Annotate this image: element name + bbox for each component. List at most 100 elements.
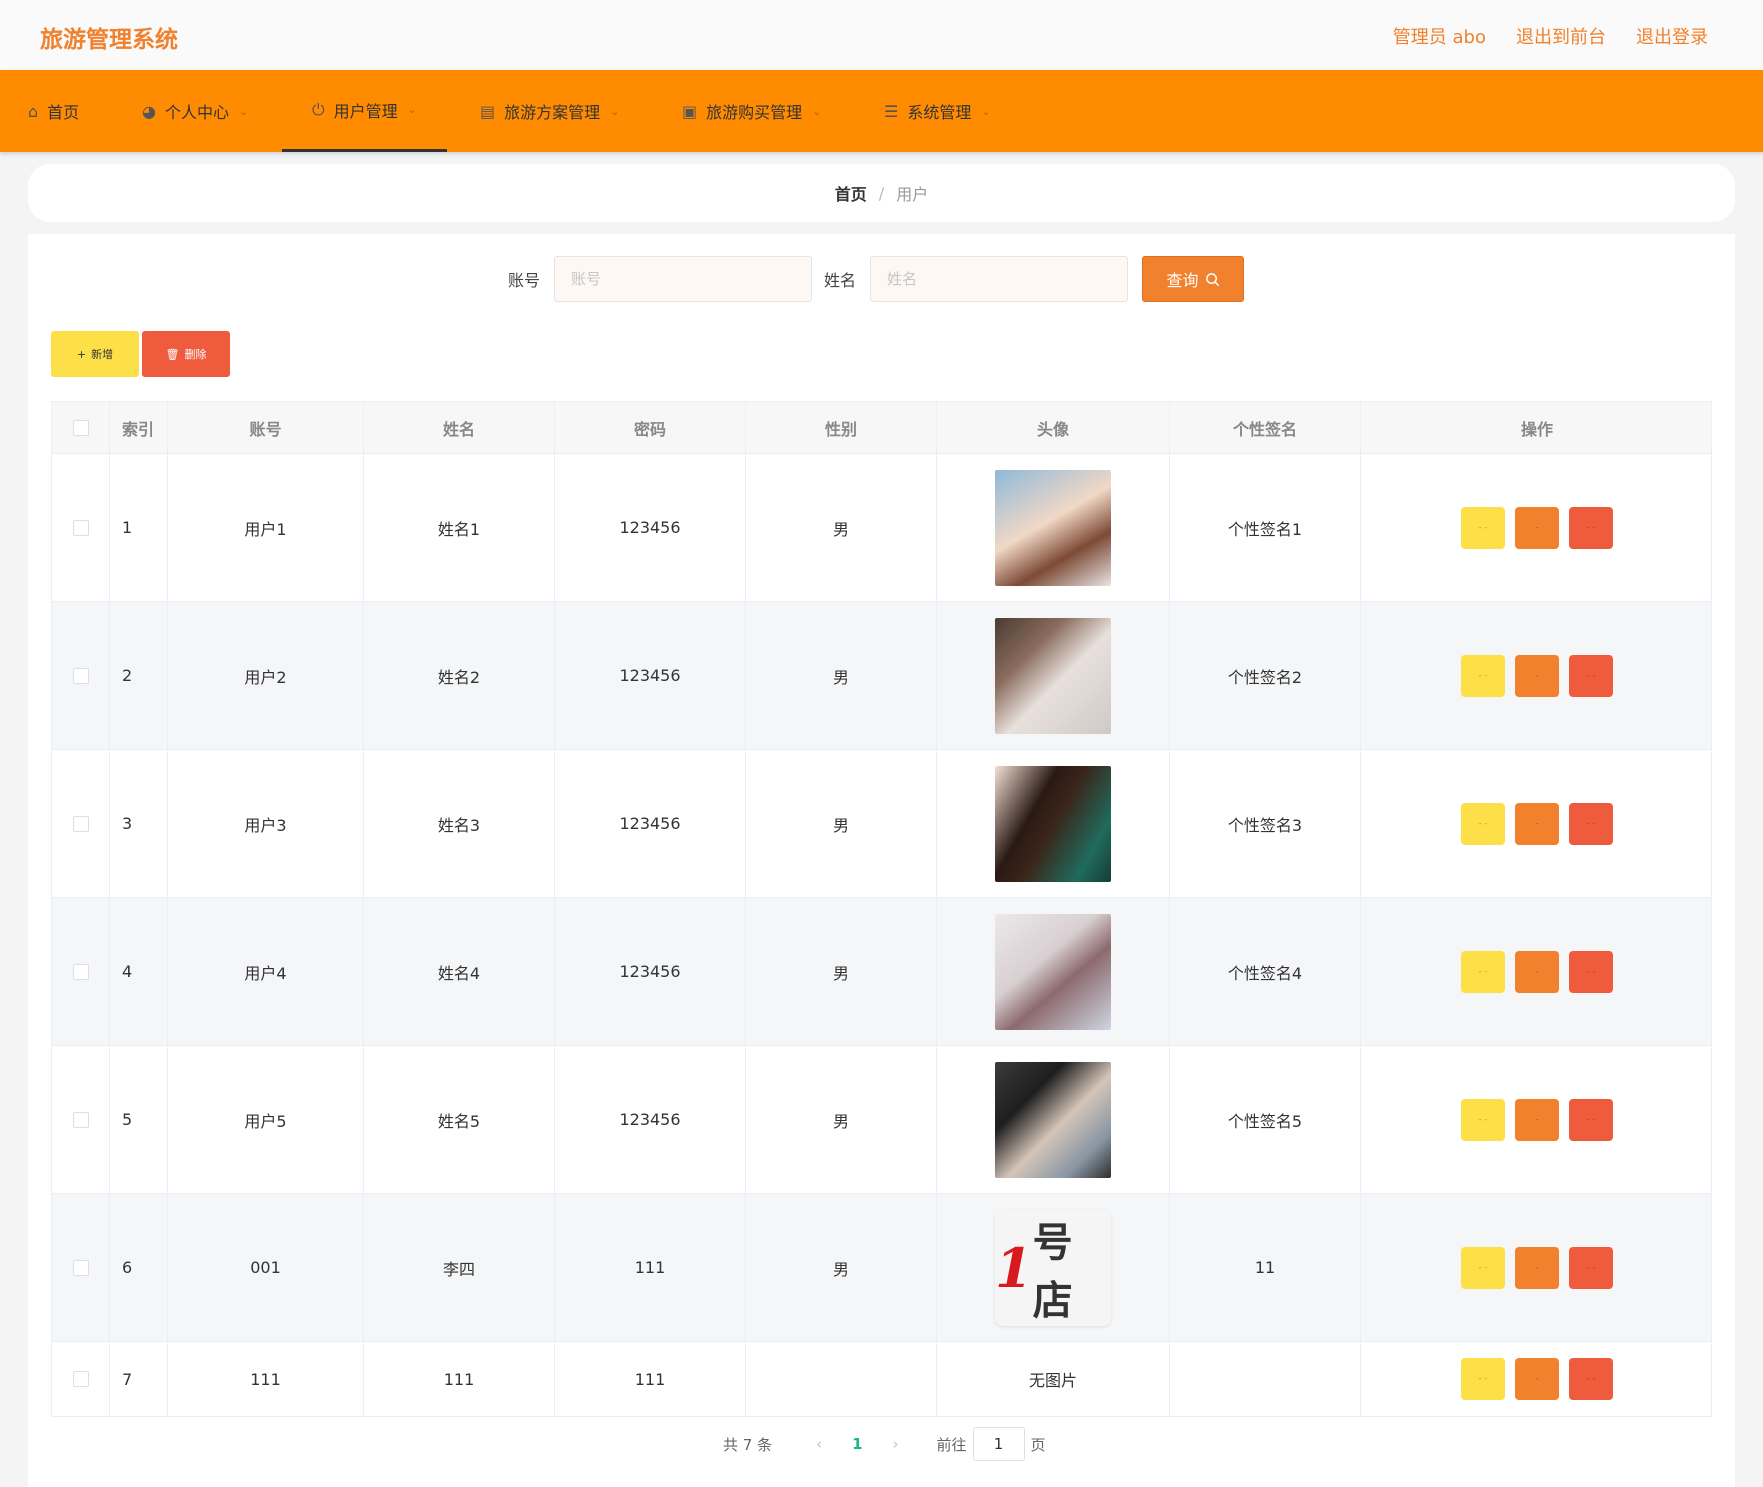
main-nav: ⌂ 首页 ◕ 个人中心 ⌄ ⏻ 用户管理 ⌄ ▤ 旅游方案管理 ⌄ ▣ 旅游购买… xyxy=(0,70,1763,152)
checkbox-cell xyxy=(52,454,110,601)
nav-item-personal-center[interactable]: ◕ 个人中心 ⌄ xyxy=(142,70,248,152)
password-cell: 123456 xyxy=(555,750,746,897)
nav-item-label: 用户管理 xyxy=(333,101,398,121)
edit-button[interactable]: - xyxy=(1515,506,1559,549)
edit-button[interactable]: - xyxy=(1515,1246,1559,1289)
admin-label[interactable]: 管理员 abo xyxy=(1393,23,1486,49)
home-icon: ⌂ xyxy=(28,101,39,121)
chevron-down-icon: ⌄ xyxy=(238,104,249,118)
ops-cell: - --- - xyxy=(1361,454,1713,601)
edit-button[interactable]: - xyxy=(1515,802,1559,845)
header-index: 索引 xyxy=(110,402,168,453)
name-cell: 姓名5 xyxy=(364,1046,555,1193)
nav-item-user-management[interactable]: ⏻ 用户管理 ⌄ xyxy=(282,70,447,152)
nav-item-travel-purchase-management[interactable]: ▣ 旅游购买管理 ⌄ xyxy=(682,70,821,152)
detail-button[interactable]: - - xyxy=(1461,802,1505,845)
signature-cell: 个性签名4 xyxy=(1170,898,1361,1045)
store-logo-image: 1 号店 xyxy=(995,1209,1111,1326)
table-row: 2 用户2 姓名2 123456 男 个性签名2 - --- - xyxy=(52,602,1711,750)
header-avatar: 头像 xyxy=(937,402,1170,453)
detail-button[interactable]: - - xyxy=(1461,1246,1505,1289)
checkbox-cell xyxy=(52,602,110,749)
row-checkbox[interactable] xyxy=(72,1371,89,1387)
ops-cell: - --- - xyxy=(1361,602,1713,749)
add-button[interactable]: + 新增 xyxy=(51,331,139,377)
row-delete-button[interactable]: - - xyxy=(1569,1098,1613,1141)
gender-cell xyxy=(746,1342,937,1416)
index-cell: 4 xyxy=(110,898,168,1045)
password-cell: 111 xyxy=(555,1342,746,1416)
row-checkbox[interactable] xyxy=(72,1259,89,1276)
chevron-down-icon: ⌄ xyxy=(407,103,417,116)
edit-button[interactable]: - xyxy=(1515,950,1559,993)
gender-cell: 男 xyxy=(746,602,937,749)
detail-button[interactable]: - - xyxy=(1461,506,1505,549)
signature-cell: 11 xyxy=(1170,1194,1361,1341)
back-to-front-link[interactable]: 退出到前台 xyxy=(1516,23,1606,49)
select-all-checkbox[interactable] xyxy=(72,419,89,436)
edit-button[interactable]: - xyxy=(1515,1358,1559,1400)
page-jump-input[interactable] xyxy=(972,1427,1025,1461)
row-delete-button[interactable]: - - xyxy=(1569,950,1613,993)
password-cell: 111 xyxy=(555,1194,746,1341)
plus-icon: + xyxy=(76,347,87,361)
avatar-cell xyxy=(937,602,1170,749)
password-cell: 123456 xyxy=(555,602,746,749)
row-delete-button[interactable]: - - xyxy=(1569,1358,1613,1400)
nav-item-label: 系统管理 xyxy=(907,103,972,122)
nav-item-travel-plan-management[interactable]: ▤ 旅游方案管理 ⌄ xyxy=(480,70,619,152)
header-name: 姓名 xyxy=(364,402,555,453)
row-delete-button[interactable]: - - xyxy=(1569,506,1613,549)
row-checkbox[interactable] xyxy=(72,667,89,684)
avatar-image xyxy=(995,765,1111,882)
row-checkbox[interactable] xyxy=(72,519,89,536)
detail-button[interactable]: - - xyxy=(1461,1358,1505,1400)
query-button[interactable]: 查询 xyxy=(1142,256,1245,302)
row-delete-button[interactable]: - - xyxy=(1569,654,1613,697)
ops-cell: - --- - xyxy=(1361,1046,1713,1193)
edit-button[interactable]: - xyxy=(1515,1098,1559,1141)
gender-cell: 男 xyxy=(746,898,937,1045)
app-title: 旅游管理系统 xyxy=(40,27,178,53)
chevron-right-icon[interactable]: › xyxy=(893,1435,899,1453)
avatar-image xyxy=(995,617,1111,734)
account-cell: 用户3 xyxy=(168,750,364,897)
signature-cell: 个性签名3 xyxy=(1170,750,1361,897)
checkbox-cell xyxy=(52,1194,110,1341)
chevron-left-icon[interactable]: ‹ xyxy=(816,1435,822,1453)
row-checkbox[interactable] xyxy=(72,1111,89,1128)
page-number[interactable]: 1 xyxy=(852,1435,862,1453)
name-cell: 111 xyxy=(364,1342,555,1416)
row-checkbox[interactable] xyxy=(72,815,89,832)
breadcrumb-home[interactable]: 首页 xyxy=(835,181,867,205)
checkbox-cell xyxy=(52,898,110,1045)
clipboard-icon: ▤ xyxy=(480,101,496,121)
row-delete-button[interactable]: - - xyxy=(1569,802,1613,845)
name-label: 姓名 xyxy=(824,271,857,290)
chevron-down-icon: ⌄ xyxy=(981,104,991,118)
detail-button[interactable]: - - xyxy=(1461,1098,1505,1141)
avatar-image xyxy=(995,913,1111,1030)
top-links: 管理员 abo 退出到前台 退出登录 xyxy=(1393,23,1708,49)
delete-button[interactable]: 🗑 删除 xyxy=(142,331,230,377)
edit-button[interactable]: - xyxy=(1515,654,1559,697)
avatar-image xyxy=(995,469,1111,586)
detail-button[interactable]: - - xyxy=(1461,950,1505,993)
signature-cell: 个性签名5 xyxy=(1170,1046,1361,1193)
ops-cell: - --- - xyxy=(1361,750,1713,897)
account-label: 账号 xyxy=(508,271,541,290)
ops-cell: - --- - xyxy=(1361,1194,1713,1341)
table-row: 3 用户3 姓名3 123456 男 个性签名3 - --- - xyxy=(52,750,1711,898)
row-delete-button[interactable]: - - xyxy=(1569,1246,1613,1289)
account-search-input[interactable] xyxy=(554,256,813,302)
nav-item-system-management[interactable]: ☰ 系统管理 ⌄ xyxy=(884,70,991,152)
password-cell: 123456 xyxy=(555,1046,746,1193)
logout-link[interactable]: 退出登录 xyxy=(1636,23,1708,49)
row-checkbox[interactable] xyxy=(72,963,89,980)
detail-button[interactable]: - - xyxy=(1461,654,1505,697)
nav-item-home[interactable]: ⌂ 首页 xyxy=(28,70,79,152)
name-search-input[interactable] xyxy=(870,256,1129,302)
ops-cell: - --- - xyxy=(1361,1342,1713,1416)
index-cell: 7 xyxy=(110,1342,168,1416)
signature-cell: 个性签名1 xyxy=(1170,454,1361,601)
